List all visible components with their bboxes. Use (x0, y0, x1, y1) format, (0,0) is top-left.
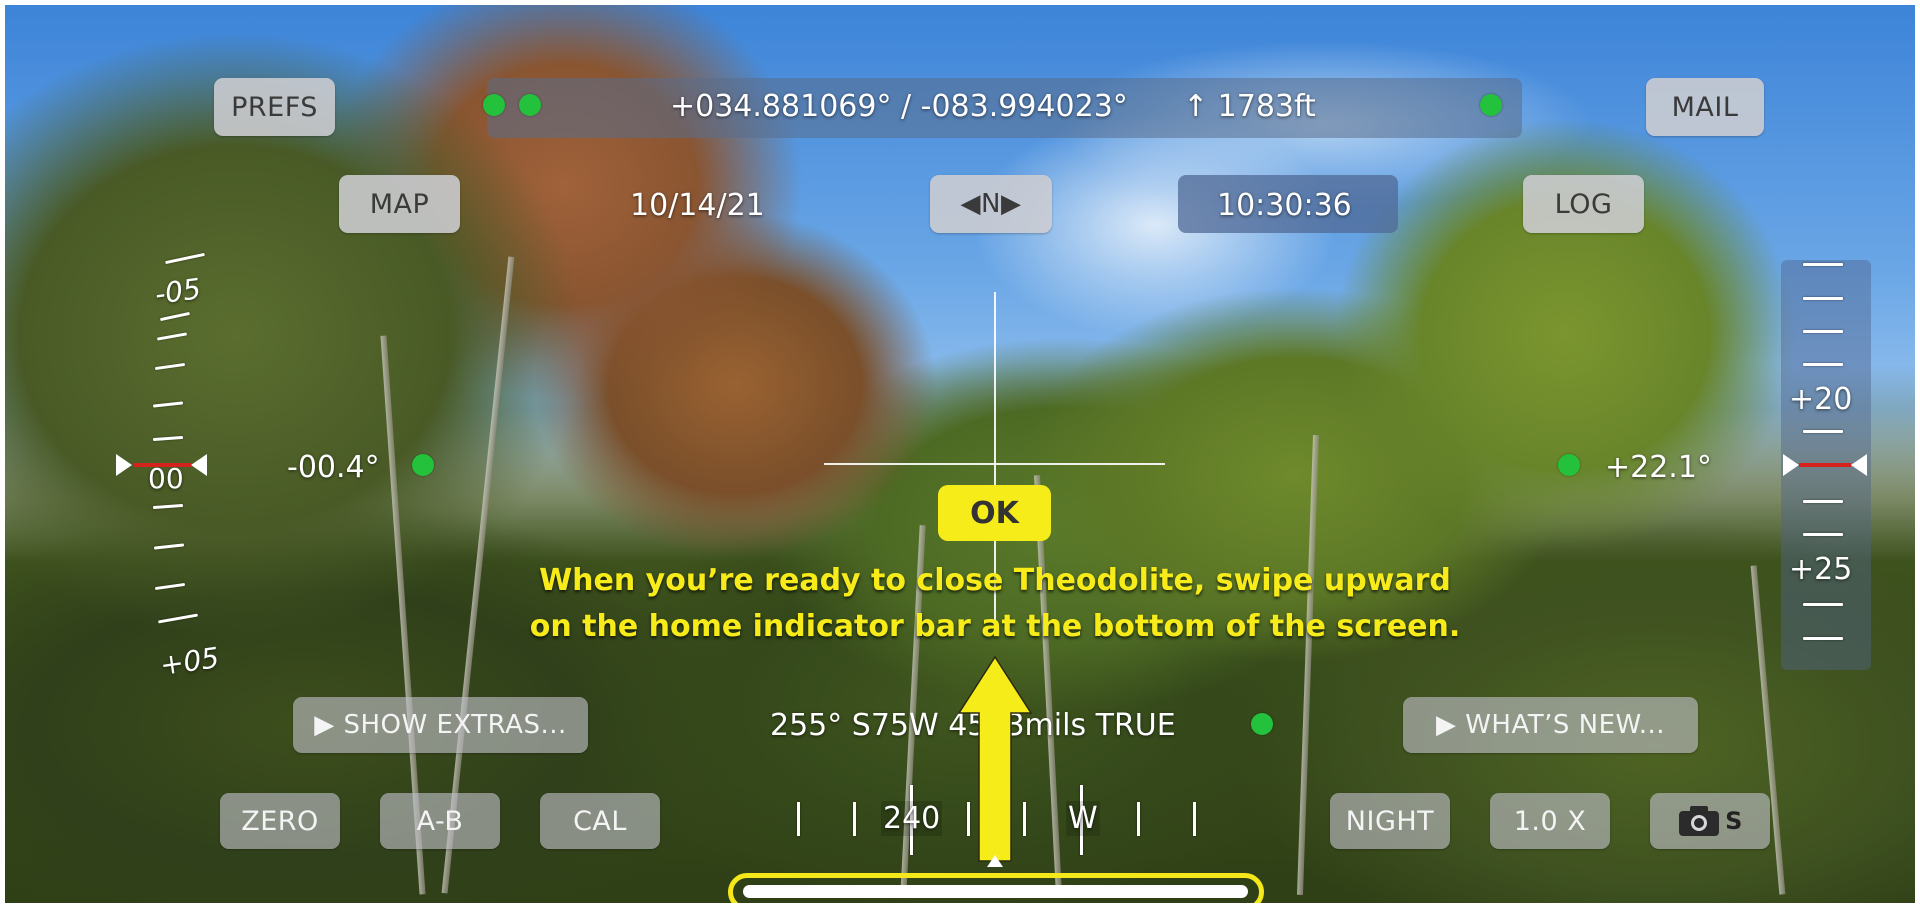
mail-button[interactable]: MAIL (1646, 78, 1764, 136)
tape-upper-label: +20 (1789, 382, 1853, 417)
compass-label-w: W (1066, 801, 1100, 836)
a-b-button[interactable]: A-B (380, 793, 500, 849)
instruction-line-2: on the home indicator bar at the bottom … (529, 609, 1461, 644)
instruction-line-1: When you’re ready to close Theodolite, s… (539, 563, 1451, 598)
tape-level-line (1799, 463, 1851, 467)
camera-icon (1679, 806, 1720, 836)
camera-shutter-button[interactable]: S (1650, 793, 1770, 849)
coordinates-readout: +034.881069° / -083.994023° (670, 89, 1128, 124)
elevation-angle-status-dot (1558, 454, 1580, 476)
night-mode-button[interactable]: NIGHT (1330, 793, 1450, 849)
zero-button[interactable]: ZERO (220, 793, 340, 849)
compass-tick (1193, 802, 1196, 836)
tape-pointer-left (1783, 454, 1799, 476)
tape-tick (1803, 330, 1843, 333)
tape-tick (1803, 430, 1843, 433)
whats-new-button[interactable]: ▶ WHAT’S NEW... (1403, 697, 1698, 753)
zoom-button[interactable]: 1.0 X (1490, 793, 1610, 849)
compass-tick (797, 802, 800, 836)
gps-status-dot (519, 94, 541, 116)
compass-label-240: 240 (881, 801, 943, 836)
compass-tick (1137, 802, 1140, 836)
tape-tick (1803, 297, 1843, 300)
map-button[interactable]: MAP (339, 175, 460, 233)
pitch-pointer-right (191, 454, 207, 476)
log-button[interactable]: LOG (1523, 175, 1644, 233)
camera-mode-label: S (1725, 807, 1743, 835)
tape-tick (1803, 363, 1843, 366)
time-readout: 10:30:36 (1217, 188, 1352, 223)
elevation-readout: ↑ 1783ft (1183, 89, 1316, 124)
tape-lower-label: +25 (1789, 552, 1853, 587)
ok-button[interactable]: OK (938, 485, 1051, 541)
tape-tick (1803, 533, 1843, 536)
heading-marker-icon (987, 855, 1003, 867)
pitch-status-dot (412, 454, 434, 476)
home-indicator-bar[interactable] (743, 885, 1248, 898)
tape-tick (1803, 263, 1843, 266)
swipe-up-arrow-icon (957, 655, 1033, 862)
tape-tick (1803, 603, 1843, 606)
tape-pointer-right (1851, 454, 1867, 476)
tape-tick (1803, 637, 1843, 640)
bearing-status-dot (1251, 713, 1273, 735)
prefs-button[interactable]: PREFS (214, 78, 335, 136)
gps-status-dot (483, 94, 505, 116)
date-readout: 10/14/21 (630, 188, 765, 223)
north-reference-toggle[interactable]: ◀N▶ (930, 175, 1052, 233)
pitch-pointer-left (116, 454, 132, 476)
elevation-angle-readout: +22.1° (1605, 450, 1712, 485)
show-extras-button[interactable]: ▶ SHOW EXTRAS... (293, 697, 588, 753)
instruction-callout: When you’re ready to close Theodolite, s… (445, 558, 1545, 650)
tape-tick (1803, 500, 1843, 503)
cal-button[interactable]: CAL (540, 793, 660, 849)
theodolite-camera-view: +034.881069° / -083.994023° ↑ 1783ft PRE… (5, 5, 1915, 903)
compass-tick (853, 802, 856, 836)
pitch-scale-upper-label: -05 (152, 271, 203, 312)
altitude-status-dot (1480, 94, 1502, 116)
pitch-level-line (133, 463, 191, 467)
pitch-readout: -00.4° (287, 450, 380, 485)
